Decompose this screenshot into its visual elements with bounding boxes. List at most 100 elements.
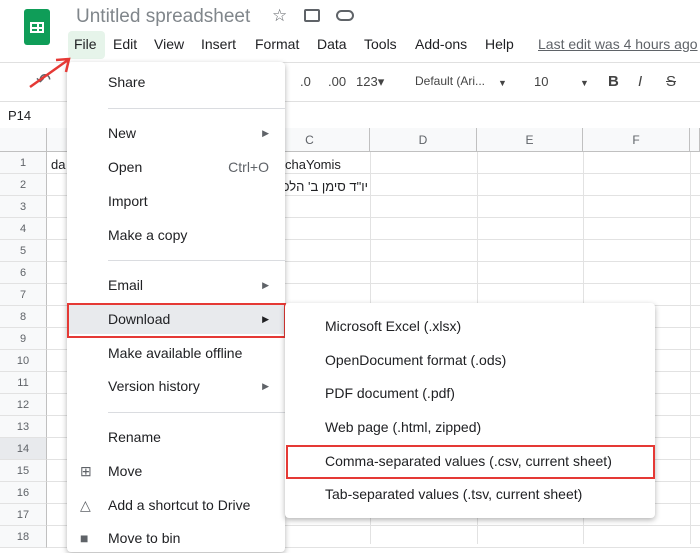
download-xlsx[interactable]: Microsoft Excel (.xlsx) bbox=[285, 310, 655, 342]
cell-a1[interactable]: da bbox=[51, 157, 65, 172]
column-header-d[interactable]: D bbox=[370, 128, 477, 152]
divider bbox=[108, 108, 285, 109]
download-ods[interactable]: OpenDocument format (.ods) bbox=[285, 344, 655, 376]
row-header-17[interactable]: 17 bbox=[0, 504, 47, 526]
menu-help[interactable]: Help bbox=[485, 36, 514, 52]
label: Move to bin bbox=[108, 530, 181, 546]
strikethrough-button[interactable]: S bbox=[666, 73, 676, 90]
divider bbox=[108, 260, 285, 261]
submenu-arrow-icon: ▶ bbox=[262, 280, 269, 290]
menu-item-email[interactable]: Email ▶ bbox=[67, 270, 285, 300]
label: Microsoft Excel (.xlsx) bbox=[325, 318, 462, 334]
row-header-7[interactable]: 7 bbox=[0, 284, 47, 306]
divider bbox=[108, 412, 285, 413]
font-select[interactable]: Default (Ari... bbox=[415, 74, 485, 88]
column-header-e[interactable]: E bbox=[477, 128, 583, 152]
label: Open bbox=[108, 159, 143, 175]
row-header-2[interactable]: 2 bbox=[0, 174, 47, 196]
label: Import bbox=[108, 193, 148, 209]
menu-item-open[interactable]: Open Ctrl+O bbox=[67, 152, 285, 182]
document-title[interactable]: Untitled spreadsheet bbox=[76, 6, 250, 28]
cell-c1[interactable]: chaYomis bbox=[285, 157, 341, 172]
label: New bbox=[108, 125, 137, 141]
label: OpenDocument format (.ods) bbox=[325, 352, 507, 368]
menu-item-import[interactable]: Import bbox=[67, 186, 285, 216]
submenu-arrow-icon: ▶ bbox=[262, 381, 269, 391]
row-header-6[interactable]: 6 bbox=[0, 262, 47, 284]
row-header-11[interactable]: 11 bbox=[0, 372, 47, 394]
csv-highlight-box bbox=[286, 445, 655, 479]
cloud-status-icon[interactable] bbox=[336, 10, 354, 21]
download-pdf[interactable]: PDF document (.pdf) bbox=[285, 377, 655, 409]
menu-item-rename[interactable]: Rename bbox=[67, 422, 285, 452]
number-format-button[interactable]: 123▾ bbox=[356, 74, 384, 90]
menu-file[interactable]: File bbox=[74, 36, 97, 52]
menu-item-offline[interactable]: Make available offline bbox=[67, 338, 285, 368]
column-header-f[interactable]: F bbox=[583, 128, 690, 152]
move-folder-icon[interactable] bbox=[304, 9, 320, 22]
row-header-5[interactable]: 5 bbox=[0, 240, 47, 262]
row-header-9[interactable]: 9 bbox=[0, 328, 47, 350]
menu-tools[interactable]: Tools bbox=[364, 36, 397, 52]
download-submenu: Microsoft Excel (.xlsx) OpenDocument for… bbox=[285, 303, 655, 518]
menu-insert[interactable]: Insert bbox=[201, 36, 236, 52]
label: Move bbox=[108, 463, 143, 479]
label: PDF document (.pdf) bbox=[325, 385, 455, 401]
download-tsv[interactable]: Tab-separated values (.tsv, current shee… bbox=[285, 478, 655, 510]
font-size-select[interactable]: 10 bbox=[534, 74, 548, 89]
row-header-10[interactable]: 10 bbox=[0, 350, 47, 372]
menu-data[interactable]: Data bbox=[317, 36, 347, 52]
menu-item-new[interactable]: New ▶ bbox=[67, 118, 285, 148]
row-header-18[interactable]: 18 bbox=[0, 526, 47, 548]
select-all-corner[interactable] bbox=[0, 128, 47, 152]
menu-addons[interactable]: Add-ons bbox=[415, 36, 467, 52]
menu-view[interactable]: View bbox=[154, 36, 184, 52]
decrease-decimal-button[interactable]: .0 bbox=[300, 74, 311, 89]
italic-button[interactable]: I bbox=[638, 73, 642, 90]
submenu-arrow-icon: ▶ bbox=[262, 128, 269, 138]
row-header-4[interactable]: 4 bbox=[0, 218, 47, 240]
increase-decimal-button[interactable]: .00 bbox=[328, 74, 346, 89]
row-header-14[interactable]: 14 bbox=[0, 438, 47, 460]
label: Add a shortcut to Drive bbox=[108, 497, 251, 513]
menu-format[interactable]: Format bbox=[255, 36, 299, 52]
menu-edit[interactable]: Edit bbox=[113, 36, 137, 52]
row-header-8[interactable]: 8 bbox=[0, 306, 47, 328]
download-html[interactable]: Web page (.html, zipped) bbox=[285, 411, 655, 443]
row-header-3[interactable]: 3 bbox=[0, 196, 47, 218]
row-header-1[interactable]: 1 bbox=[0, 152, 47, 174]
menu-item-add-shortcut[interactable]: △ Add a shortcut to Drive bbox=[67, 490, 285, 520]
download-highlight-box bbox=[67, 303, 286, 338]
font-size-dropdown-icon[interactable]: ▼ bbox=[580, 78, 589, 88]
trash-icon: ■ bbox=[80, 530, 89, 546]
folder-move-icon: ⊞ bbox=[80, 463, 92, 479]
label: Make a copy bbox=[108, 227, 188, 243]
sheets-logo[interactable] bbox=[24, 9, 50, 45]
cell-c2[interactable]: יו"ד סימן ב' הלכ bbox=[285, 179, 368, 194]
label: Tab-separated values (.tsv, current shee… bbox=[325, 486, 583, 502]
label: Share bbox=[108, 74, 146, 90]
label: Email bbox=[108, 277, 144, 293]
last-edit-link[interactable]: Last edit was 4 hours ago bbox=[538, 36, 698, 52]
label: Rename bbox=[108, 429, 161, 445]
menu-item-move[interactable]: ⊞ Move bbox=[67, 456, 285, 486]
column-header-g[interactable] bbox=[690, 128, 700, 152]
label: Version history bbox=[108, 378, 200, 394]
bold-button[interactable]: B bbox=[608, 73, 619, 90]
menu-item-move-to-bin[interactable]: ■ Move to bin bbox=[67, 523, 285, 553]
row-header-16[interactable]: 16 bbox=[0, 482, 47, 504]
menu-item-make-copy[interactable]: Make a copy bbox=[67, 220, 285, 250]
menu-item-version-history[interactable]: Version history ▶ bbox=[67, 371, 285, 401]
menu-item-share[interactable]: Share bbox=[67, 67, 285, 97]
row-header-13[interactable]: 13 bbox=[0, 416, 47, 438]
label: Web page (.html, zipped) bbox=[325, 419, 482, 435]
drive-shortcut-icon: △ bbox=[80, 497, 91, 513]
star-icon[interactable]: ☆ bbox=[272, 6, 287, 26]
font-dropdown-icon[interactable]: ▼ bbox=[498, 78, 507, 88]
row-header-15[interactable]: 15 bbox=[0, 460, 47, 482]
label: Make available offline bbox=[108, 345, 243, 361]
annotation-arrow-icon bbox=[29, 57, 71, 89]
row-header-12[interactable]: 12 bbox=[0, 394, 47, 416]
shortcut: Ctrl+O bbox=[228, 159, 269, 175]
name-box[interactable]: P14 bbox=[8, 108, 31, 123]
